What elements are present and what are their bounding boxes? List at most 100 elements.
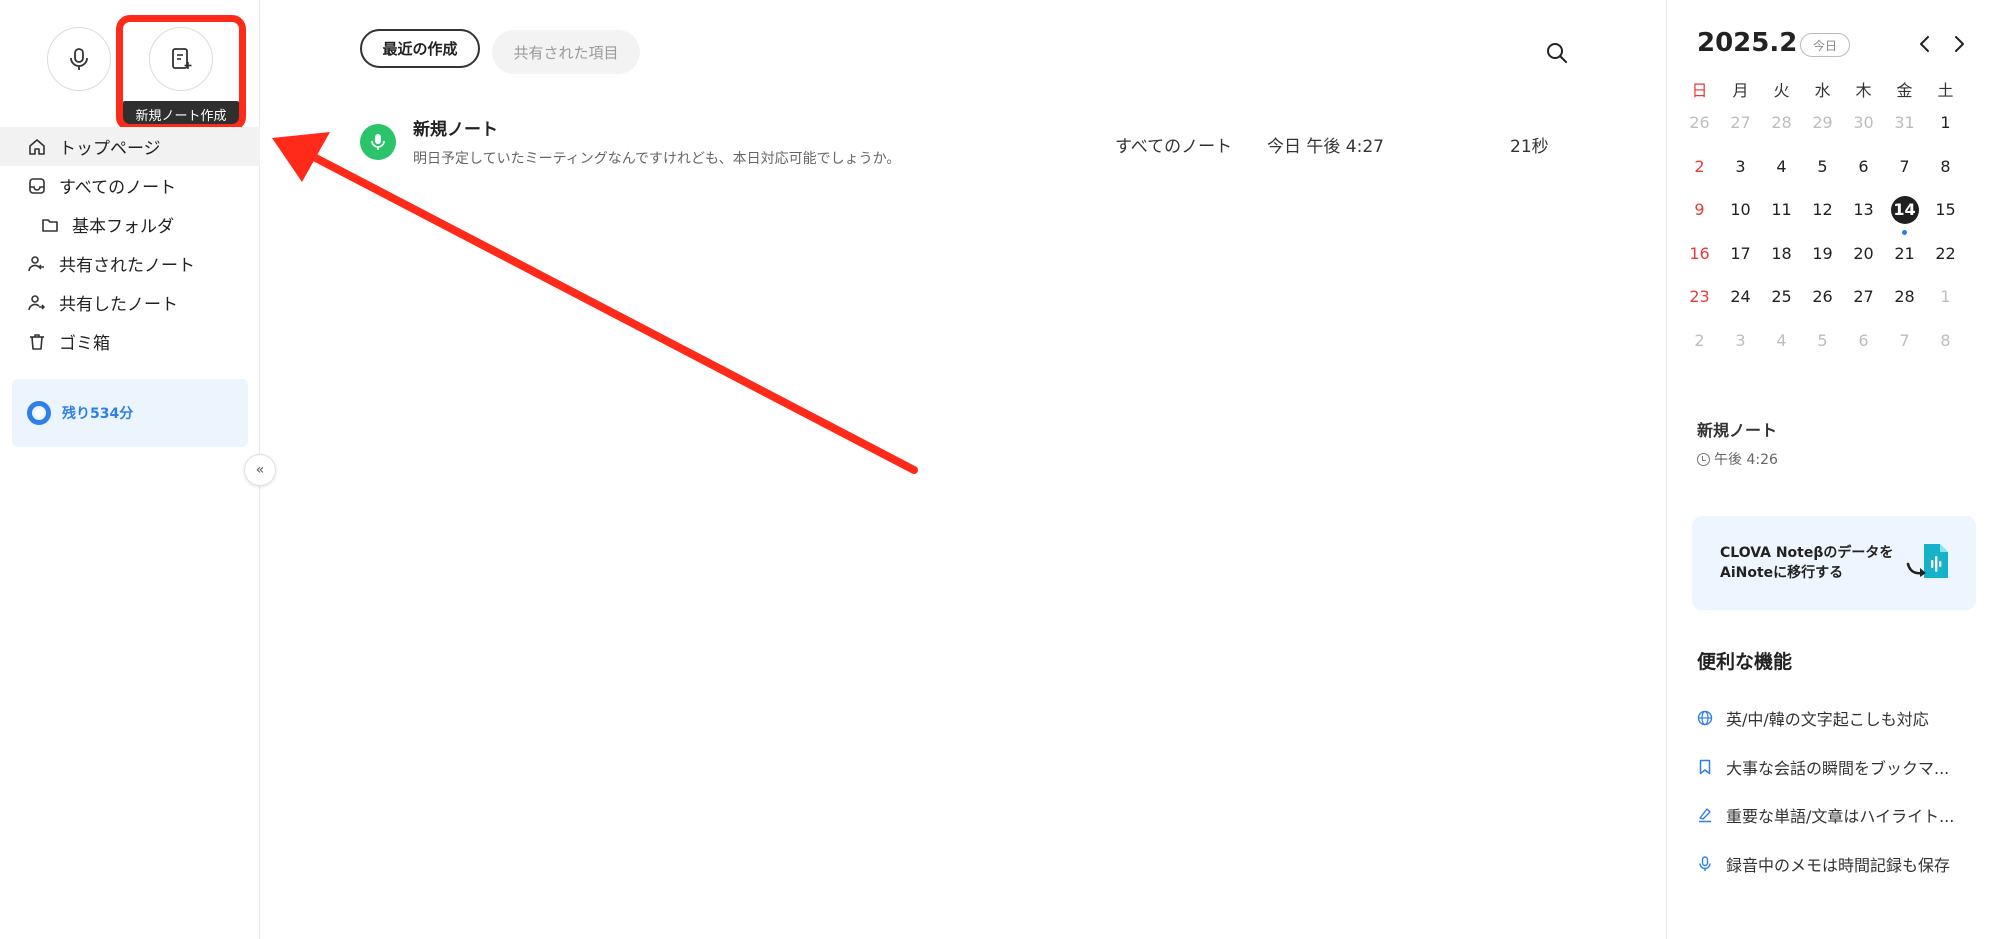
- calendar-day[interactable]: 2: [1679, 157, 1720, 176]
- trash-icon: [27, 332, 47, 352]
- calendar-day[interactable]: 11: [1761, 200, 1802, 219]
- tab-shared-items[interactable]: 共有された項目: [492, 30, 640, 74]
- new-note-button[interactable]: [149, 27, 213, 91]
- calendar-day[interactable]: 18: [1761, 244, 1802, 263]
- calendar-day[interactable]: 6: [1843, 331, 1884, 350]
- calendar-month-title: 2025.2: [1697, 28, 1798, 58]
- calendar-day[interactable]: 19: [1802, 244, 1843, 263]
- calendar-day[interactable]: 1: [1925, 287, 1966, 306]
- calendar-day[interactable]: 26: [1802, 287, 1843, 306]
- calendar-day[interactable]: 12: [1802, 200, 1843, 219]
- calendar-prev-button[interactable]: [1911, 30, 1939, 58]
- calendar-day[interactable]: 28: [1761, 113, 1802, 132]
- sidebar-item-default-folder[interactable]: 基本フォルダ: [0, 205, 260, 244]
- calendar-day[interactable]: 8: [1925, 157, 1966, 176]
- calendar-day[interactable]: 1: [1925, 113, 1966, 132]
- calendar-week-row: 9 10 11 12 13 14 15: [1679, 188, 1999, 235]
- note-date: 今日 午後 4:27: [1267, 137, 1384, 157]
- calendar-day[interactable]: 8: [1925, 331, 1966, 350]
- mic-icon: [70, 48, 88, 70]
- highlighter-icon: [1697, 807, 1713, 823]
- record-button[interactable]: [47, 27, 111, 91]
- migrate-line-1: CLOVA Noteβのデータを: [1720, 545, 1894, 561]
- calendar-day[interactable]: 27: [1843, 287, 1884, 306]
- selected-day-number: 14: [1890, 195, 1919, 224]
- calendar-day[interactable]: 24: [1720, 287, 1761, 306]
- calendar-day[interactable]: 6: [1843, 157, 1884, 176]
- weekday-label: 水: [1814, 80, 1831, 100]
- calendar-day-selected[interactable]: 14: [1884, 195, 1925, 235]
- calendar-day[interactable]: 30: [1843, 113, 1884, 132]
- calendar-day[interactable]: 17: [1720, 244, 1761, 263]
- calendar-day[interactable]: 29: [1802, 113, 1843, 132]
- right-panel: 2025.2 今日 日 月 火 水 木 金 土 26 27 28 29 30 3…: [1666, 0, 1999, 939]
- today-button[interactable]: 今日: [1800, 33, 1850, 57]
- remaining-minutes-label: 残り534分: [62, 406, 134, 422]
- event-time: 午後 4:26: [1697, 449, 1778, 469]
- globe-icon: [1697, 710, 1713, 726]
- calendar-day[interactable]: 27: [1720, 113, 1761, 132]
- migrate-line-2: AiNoteに移行する: [1720, 565, 1844, 581]
- feature-label: 英/中/韓の文字起こしも対応: [1726, 710, 1929, 730]
- calendar-day[interactable]: 21: [1884, 244, 1925, 263]
- calendar-day[interactable]: 5: [1802, 157, 1843, 176]
- calendar-day[interactable]: 26: [1679, 113, 1720, 132]
- calendar-day[interactable]: 28: [1884, 287, 1925, 306]
- inbox-icon: [27, 176, 47, 196]
- calendar-day[interactable]: 4: [1761, 331, 1802, 350]
- sidebar-item-label: トップページ: [59, 139, 161, 159]
- calendar-week-row: 23 24 25 26 27 28 1: [1679, 275, 1999, 319]
- bookmark-icon: [1697, 759, 1713, 775]
- note-title: 新規ノート: [413, 120, 498, 140]
- search-button[interactable]: [1540, 36, 1574, 70]
- weekday-label: 金: [1896, 80, 1913, 100]
- remaining-minutes-card[interactable]: 残り534分: [12, 379, 248, 447]
- home-icon: [27, 137, 47, 157]
- note-preview: 明日予定していたミーティングなんですけれども、本日対応可能でしょうか。: [413, 151, 901, 167]
- feature-item[interactable]: 重要な単語/文章はハイライト...: [1697, 791, 1987, 840]
- calendar-day[interactable]: 22: [1925, 244, 1966, 263]
- note-duration: 21秒: [1510, 137, 1549, 157]
- calendar-day[interactable]: 16: [1679, 244, 1720, 263]
- note-list-item[interactable]: 新規ノート 明日予定していたミーティングなんですけれども、本日対応可能でしょうか…: [360, 110, 1560, 170]
- calendar-day[interactable]: 2: [1679, 331, 1720, 350]
- collapse-sidebar-button[interactable]: «: [244, 454, 276, 486]
- calendar-week-row: 2 3 4 5 6 7 8: [1679, 319, 1999, 363]
- chevron-left-icon: [1920, 36, 1929, 52]
- sidebar-item-top-page[interactable]: トップページ: [0, 127, 260, 166]
- sidebar: 新規ノート作成 トップページ すべてのノート 基本フォルダ 共有されたノート 共…: [0, 0, 260, 939]
- new-note-tooltip: 新規ノート作成: [123, 101, 239, 128]
- tab-recent[interactable]: 最近の作成: [360, 29, 480, 68]
- clock-icon: [1697, 452, 1710, 466]
- sidebar-item-all-notes[interactable]: すべてのノート: [0, 166, 260, 205]
- calendar-day[interactable]: 3: [1720, 331, 1761, 350]
- feature-item[interactable]: 録音中のメモは時間記録も保存: [1697, 840, 1987, 889]
- calendar-day[interactable]: 13: [1843, 200, 1884, 219]
- calendar-day[interactable]: 25: [1761, 287, 1802, 306]
- calendar-day[interactable]: 15: [1925, 200, 1966, 219]
- double-chevron-left-icon: «: [255, 462, 265, 478]
- chevron-right-icon: [1955, 36, 1964, 52]
- calendar-day[interactable]: 9: [1679, 200, 1720, 219]
- calendar-day[interactable]: 4: [1761, 157, 1802, 176]
- calendar-day[interactable]: 31: [1884, 113, 1925, 132]
- event-time-label: 午後 4:26: [1714, 452, 1778, 468]
- feature-label: 録音中のメモは時間記録も保存: [1726, 855, 1951, 875]
- weekday-label: 火: [1773, 80, 1790, 100]
- calendar-day[interactable]: 5: [1802, 331, 1843, 350]
- calendar-grid: 日 月 火 水 木 金 土 26 27 28 29 30 31 1 2 3 4 …: [1679, 76, 1999, 362]
- calendar-day[interactable]: 23: [1679, 287, 1720, 306]
- calendar-day[interactable]: 7: [1884, 331, 1925, 350]
- calendar-day[interactable]: 3: [1720, 157, 1761, 176]
- calendar-day[interactable]: 7: [1884, 157, 1925, 176]
- event-title[interactable]: 新規ノート: [1697, 417, 1777, 441]
- feature-item[interactable]: 大事な会話の瞬間をブックマ...: [1697, 743, 1987, 792]
- sidebar-item-trash[interactable]: ゴミ箱: [0, 322, 260, 361]
- migrate-banner[interactable]: CLOVA Noteβのデータを AiNoteに移行する: [1692, 516, 1976, 610]
- calendar-day[interactable]: 10: [1720, 200, 1761, 219]
- sidebar-item-shared-by-me[interactable]: 共有したノート: [0, 283, 260, 322]
- calendar-day[interactable]: 20: [1843, 244, 1884, 263]
- feature-item[interactable]: 英/中/韓の文字起こしも対応: [1697, 694, 1987, 743]
- sidebar-item-shared-with-me[interactable]: 共有されたノート: [0, 244, 260, 283]
- calendar-next-button[interactable]: [1945, 30, 1973, 58]
